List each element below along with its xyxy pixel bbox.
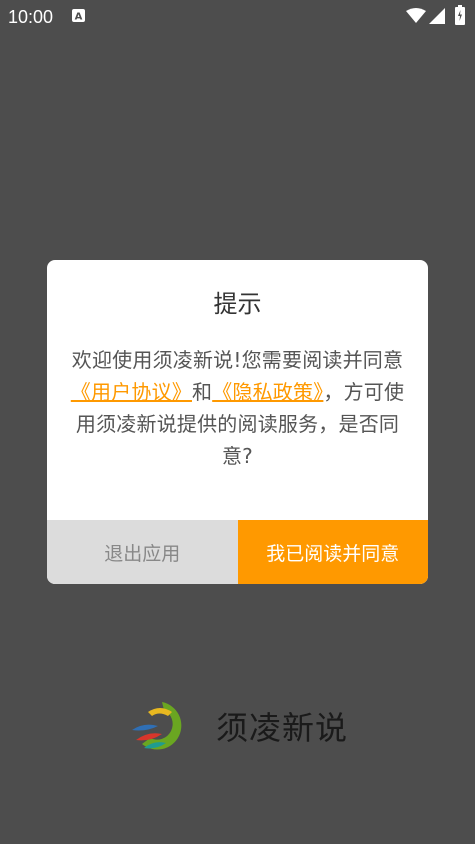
- signal-icon: [429, 8, 445, 24]
- splash-brand: 须凌新说: [128, 698, 348, 754]
- app-name: 须凌新说: [216, 709, 349, 747]
- a-notification-icon: A: [72, 9, 85, 22]
- dialog-message: 欢迎使用须凌新说!您需要阅读并同意《用户协议》和《隐私政策》，方可使用须凌新说提…: [67, 344, 408, 472]
- status-time: 10:00: [8, 7, 54, 27]
- privacy-dialog: 提示 欢迎使用须凌新说!您需要阅读并同意《用户协议》和《隐私政策》，方可使用须凌…: [47, 260, 428, 584]
- exit-app-button[interactable]: 退出应用: [47, 520, 238, 584]
- a-notification-glyph: A: [75, 12, 83, 23]
- privacy-policy-link[interactable]: 《隐私政策》: [212, 380, 323, 404]
- dialog-button-row: 退出应用 我已阅读并同意: [47, 520, 428, 584]
- user-agreement-link[interactable]: 《用户协议》: [71, 380, 192, 404]
- agree-button[interactable]: 我已阅读并同意: [237, 520, 428, 584]
- battery-icon: [455, 5, 465, 25]
- status-bar: 10:00 A: [0, 0, 475, 34]
- dialog-title: 提示: [213, 290, 262, 318]
- wifi-icon: [406, 8, 426, 23]
- message-prefix: 欢迎使用须凌新说!您需要阅读并同意: [71, 348, 404, 372]
- app-logo-icon: [132, 702, 182, 750]
- message-middle: 和: [191, 380, 213, 404]
